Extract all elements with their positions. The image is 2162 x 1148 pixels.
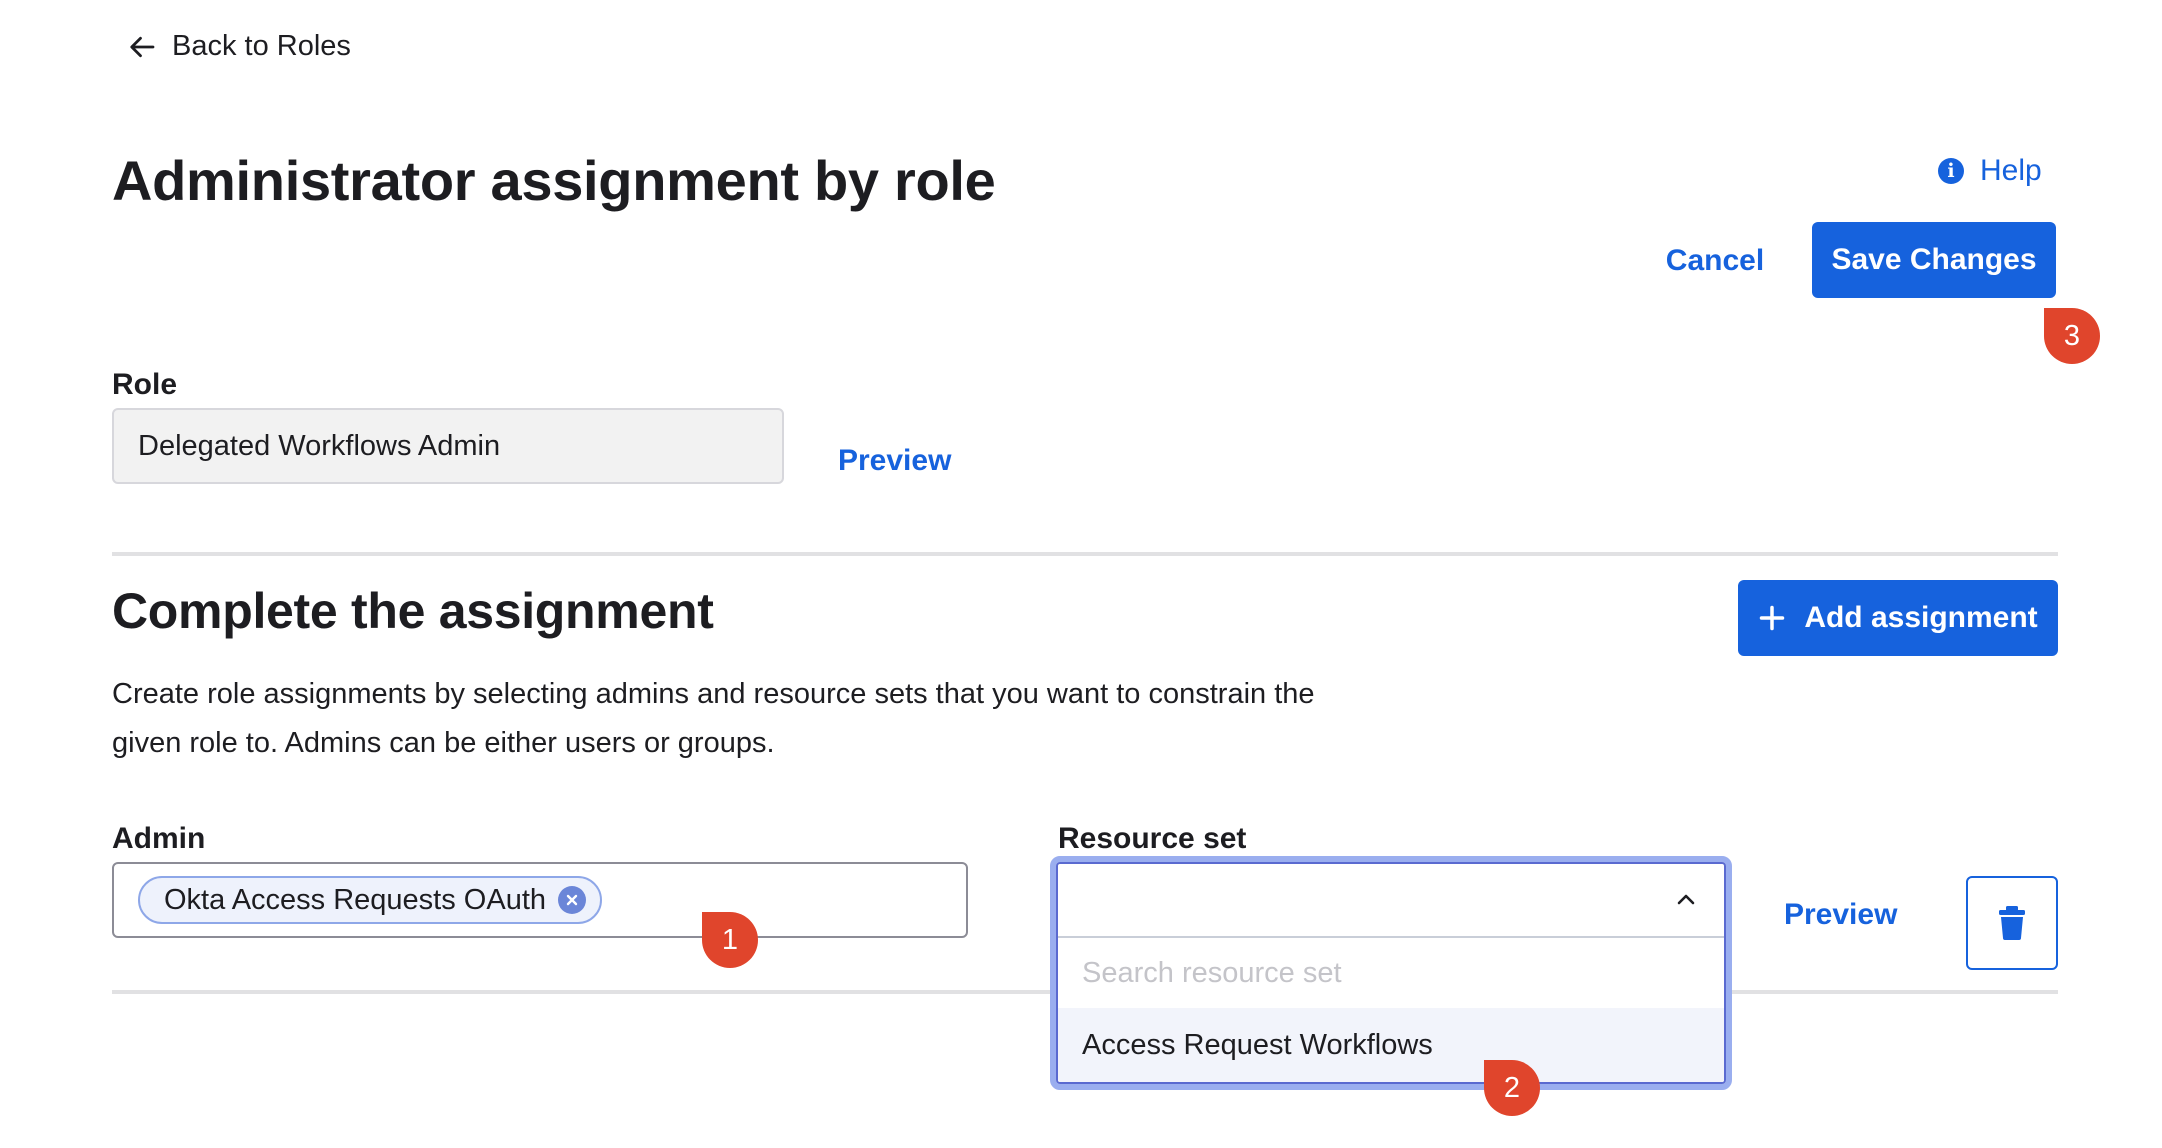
resource-set-preview-link[interactable]: Preview (1784, 898, 1897, 932)
cancel-button[interactable]: Cancel (1640, 224, 1790, 298)
assignment-divider-left (112, 990, 1050, 994)
save-changes-button[interactable]: Save Changes (1812, 222, 2056, 298)
back-link-label: Back to Roles (172, 30, 351, 62)
section-divider (112, 552, 2058, 556)
callout-badge-1: 1 (702, 912, 758, 968)
admin-chip: Okta Access Requests OAuth (138, 876, 603, 924)
role-preview-link[interactable]: Preview (838, 444, 951, 478)
chevron-up-icon (1677, 894, 1695, 905)
callout-badge-3: 3 (2044, 308, 2100, 364)
admin-label: Admin (112, 822, 206, 855)
plus-icon (1760, 605, 1785, 631)
role-value: Delegated Workflows Admin (138, 429, 501, 462)
help-link[interactable]: i Help (1938, 154, 2042, 188)
resource-set-dropdown-panel: Access Request Workflows (1056, 862, 1726, 1084)
admin-input[interactable]: Okta Access Requests OAuth (112, 862, 968, 938)
callout-badge-2: 2 (1484, 1060, 1540, 1116)
resource-set-label: Resource set (1058, 822, 1247, 855)
resource-set-select[interactable] (1058, 864, 1724, 938)
help-label: Help (1980, 154, 2042, 187)
add-assignment-button[interactable]: Add assignment (1738, 580, 2058, 656)
admin-chip-label: Okta Access Requests OAuth (164, 883, 547, 916)
trash-icon (1999, 906, 2025, 940)
arrow-left-icon (130, 36, 155, 57)
resource-set-option[interactable]: Access Request Workflows (1058, 1008, 1724, 1082)
page-title: Administrator assignment by role (112, 149, 996, 212)
section-description: Create role assignments by selecting adm… (112, 678, 1315, 759)
section-title: Complete the assignment (112, 583, 714, 639)
role-field: Delegated Workflows Admin (112, 408, 784, 484)
assignment-divider-right (1732, 990, 2058, 994)
add-assignment-label: Add assignment (1804, 601, 2038, 634)
back-to-roles-link[interactable]: Back to Roles (128, 30, 351, 63)
resource-set-search-input[interactable] (1058, 938, 1724, 1008)
resource-set-dropdown[interactable]: Access Request Workflows (1050, 856, 1732, 1090)
delete-assignment-button[interactable] (1966, 876, 2058, 970)
info-icon: i (1938, 158, 1964, 184)
close-circle-icon[interactable] (558, 886, 587, 914)
role-label: Role (112, 368, 178, 401)
